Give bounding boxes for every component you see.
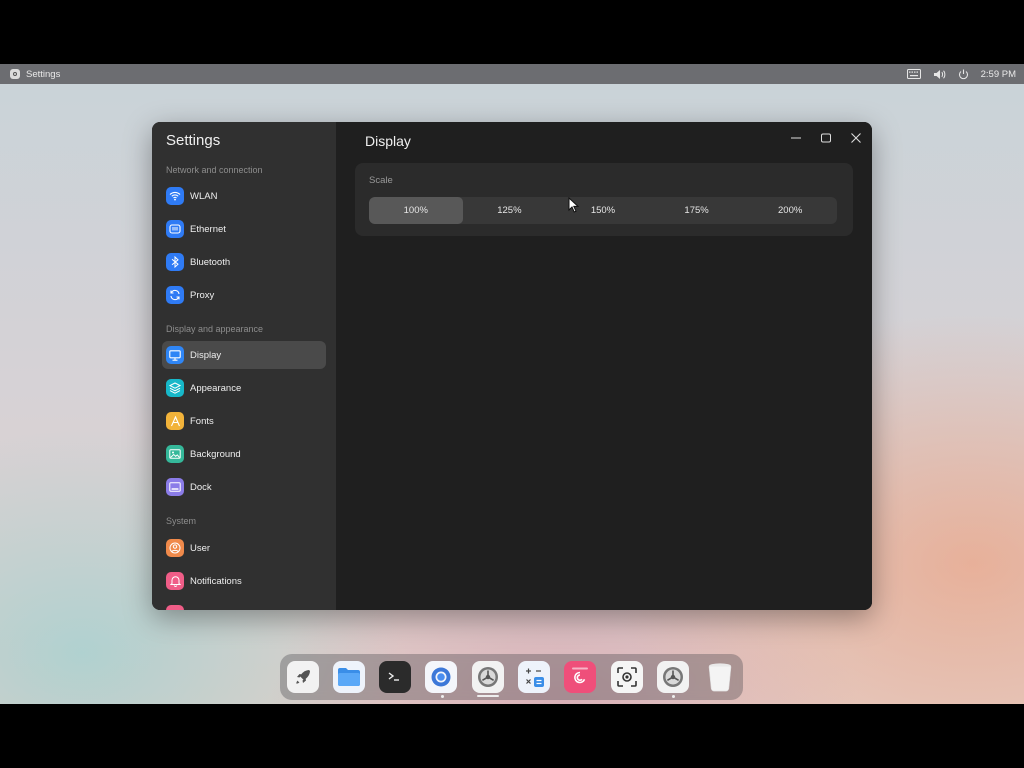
- sidebar-item-label: Fonts: [190, 415, 214, 427]
- section-label-system: System: [166, 516, 197, 526]
- bluetooth-icon: [166, 253, 184, 271]
- minimize-button[interactable]: [788, 130, 804, 146]
- sidebar-item-fonts[interactable]: Fonts: [162, 407, 326, 435]
- launcher-icon[interactable]: [287, 661, 319, 693]
- sidebar-item-user[interactable]: User: [162, 534, 326, 562]
- settings-alt-icon[interactable]: [657, 661, 689, 693]
- sidebar-title: Settings: [166, 132, 221, 149]
- sidebar-item-label: Bluetooth: [190, 256, 231, 268]
- scale-option-125[interactable]: 125%: [463, 197, 557, 224]
- sidebar-item-wlan[interactable]: WLAN: [162, 182, 326, 210]
- sidebar-item-dock[interactable]: Dock: [162, 473, 326, 501]
- sidebar-item-label: Display: [190, 349, 222, 361]
- wifi-icon: [166, 187, 184, 205]
- image-icon: [166, 445, 184, 463]
- scale-option-175[interactable]: 175%: [650, 197, 744, 224]
- active-indicator: [477, 695, 499, 697]
- sidebar-item-background[interactable]: Background: [162, 440, 326, 468]
- proxy-icon: [166, 286, 184, 304]
- keyboard-icon[interactable]: [906, 69, 921, 79]
- scale-label: Scale: [369, 175, 393, 186]
- sidebar-item-label: WLAN: [190, 190, 218, 202]
- page-title: Display: [365, 133, 411, 149]
- sidebar-item-display[interactable]: Display: [162, 341, 326, 369]
- scale-selector: 100% 125% 150% 175% 200%: [369, 197, 837, 224]
- scale-card: Scale 100% 125% 150% 175% 200%: [355, 163, 853, 236]
- active-app-name: Settings: [26, 68, 61, 80]
- display-page: Display Scale 100% 125% 150% 175% 200%: [336, 122, 872, 610]
- active-app-indicator[interactable]: Settings: [10, 69, 60, 80]
- files-icon[interactable]: [333, 661, 365, 693]
- app-icon-partial: [166, 605, 184, 610]
- sidebar-item-label: Dock: [190, 481, 212, 493]
- sidebar-item-label: Ethernet: [190, 223, 226, 235]
- debian-icon[interactable]: [564, 661, 596, 693]
- settings-app-icon: [10, 69, 20, 79]
- maximize-button[interactable]: [818, 130, 834, 146]
- sidebar-item-ethernet[interactable]: Ethernet: [162, 215, 326, 243]
- power-icon[interactable]: [958, 69, 969, 80]
- sidebar-item-bluetooth[interactable]: Bluetooth: [162, 248, 326, 276]
- volume-icon[interactable]: [933, 69, 946, 80]
- scale-option-100[interactable]: 100%: [369, 197, 463, 224]
- running-indicator: [441, 695, 444, 698]
- dock: [280, 654, 743, 700]
- screenshot-icon[interactable]: [611, 661, 643, 693]
- mouse-cursor: [568, 197, 579, 213]
- sidebar-item-partial[interactable]: [162, 600, 326, 610]
- layers-icon: [166, 379, 184, 397]
- sidebar: Settings Network and connection WLAN Eth…: [152, 122, 336, 610]
- settings-icon[interactable]: [472, 661, 504, 693]
- sidebar-item-notifications[interactable]: Notifications: [162, 567, 326, 595]
- maximize-icon: [821, 133, 831, 143]
- system-tray: 2:59 PM: [906, 69, 1016, 80]
- section-label-display: Display and appearance: [166, 324, 264, 334]
- close-button[interactable]: [848, 130, 864, 146]
- clock[interactable]: 2:59 PM: [981, 69, 1016, 80]
- top-panel: Settings 2:59 PM: [0, 64, 1024, 84]
- settings-window: Settings Network and connection WLAN Eth…: [152, 122, 872, 610]
- sidebar-item-label: Notifications: [190, 575, 242, 587]
- user-icon: [166, 539, 184, 557]
- scale-option-200[interactable]: 200%: [743, 197, 837, 224]
- font-icon: [166, 412, 184, 430]
- sidebar-item-label: Proxy: [190, 289, 215, 301]
- monitor-icon: [166, 346, 184, 364]
- sidebar-item-label: User: [190, 542, 211, 554]
- close-icon: [851, 133, 861, 143]
- desktop: Settings 2:59 PM Settings Network and co…: [0, 64, 1024, 704]
- minimize-icon: [791, 137, 801, 139]
- sidebar-item-label: Background: [190, 448, 241, 460]
- bell-icon: [166, 572, 184, 590]
- ethernet-icon: [166, 220, 184, 238]
- terminal-icon[interactable]: [379, 661, 411, 693]
- sidebar-item-proxy[interactable]: Proxy: [162, 281, 326, 309]
- section-label-network: Network and connection: [166, 165, 263, 175]
- trash-icon[interactable]: [704, 661, 736, 693]
- running-indicator: [672, 695, 675, 698]
- browser-icon[interactable]: [425, 661, 457, 693]
- sidebar-item-label: Appearance: [190, 382, 242, 394]
- dock-icon: [166, 478, 184, 496]
- calculator-icon[interactable]: [518, 661, 550, 693]
- sidebar-item-appearance[interactable]: Appearance: [162, 374, 326, 402]
